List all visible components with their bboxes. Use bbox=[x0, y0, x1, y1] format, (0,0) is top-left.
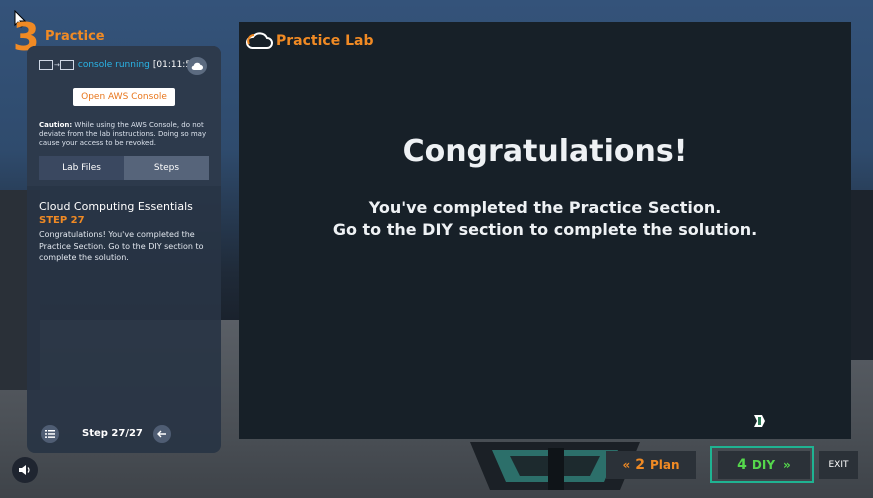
course-title: Cloud Computing Essentials bbox=[39, 200, 193, 213]
cloud-icon bbox=[191, 62, 203, 70]
diy-instruction: Go to the DIY section to complete the so… bbox=[332, 220, 758, 239]
exit-button[interactable]: EXIT bbox=[819, 451, 858, 479]
congratulations-heading: Congratulations! bbox=[402, 134, 688, 169]
monitor-icon bbox=[59, 60, 74, 70]
diy-phase-label: DIY bbox=[751, 458, 776, 472]
marker-icon bbox=[754, 415, 765, 427]
list-icon bbox=[45, 430, 55, 438]
diy-phase-button[interactable]: 4 DIY » bbox=[718, 451, 810, 479]
cloud-button[interactable] bbox=[187, 57, 207, 75]
sidebar-tabs: Lab Files Steps bbox=[39, 156, 209, 180]
step-instructions: Congratulations! You've completed the Pr… bbox=[39, 230, 204, 262]
lab-sidebar: → console running [01:11:55] Open AWS Co… bbox=[27, 46, 221, 453]
step-list-button[interactable] bbox=[41, 425, 59, 443]
step-content: Cloud Computing Essentials STEP 27 Congr… bbox=[27, 186, 221, 453]
caution-label: Caution: bbox=[39, 121, 73, 129]
sidebar-header: → console running [01:11:55] Open AWS Co… bbox=[27, 46, 221, 186]
lab-logo: Practice Lab bbox=[245, 32, 373, 50]
practice-lab-panel: Practice Lab Congratulations! You've com… bbox=[239, 22, 851, 439]
monitor-icon bbox=[39, 60, 53, 70]
speaker-icon bbox=[19, 465, 30, 475]
lab-title: Practice Lab bbox=[276, 33, 374, 49]
console-status: → console running [01:11:55] bbox=[39, 60, 200, 70]
phase-title: Practice bbox=[45, 29, 105, 44]
chevron-right-double-icon: » bbox=[783, 458, 791, 472]
tab-lab-files[interactable]: Lab Files bbox=[39, 156, 124, 180]
cloud-logo-icon bbox=[246, 32, 273, 49]
open-aws-console-button[interactable]: Open AWS Console bbox=[73, 88, 175, 106]
previous-step-button[interactable] bbox=[153, 425, 171, 443]
plan-phase-number: 2 bbox=[635, 457, 645, 473]
tab-steps[interactable]: Steps bbox=[124, 156, 209, 180]
plan-phase-button[interactable]: « 2 Plan bbox=[606, 451, 696, 479]
chevron-left-double-icon: « bbox=[622, 458, 631, 472]
caution-note: Caution: While using the AWS Console, do… bbox=[39, 121, 211, 148]
step-navigation: Step 27/27 bbox=[27, 421, 221, 451]
completion-message: You've completed the Practice Section. bbox=[368, 198, 722, 217]
plan-phase-label: Plan bbox=[649, 458, 680, 472]
sound-toggle-button[interactable] bbox=[12, 457, 38, 483]
diy-phase-number: 4 bbox=[737, 457, 747, 473]
step-label: STEP 27 bbox=[39, 215, 85, 226]
back-arrow-icon bbox=[157, 430, 166, 438]
step-counter: Step 27/27 bbox=[82, 428, 143, 439]
console-state: console running bbox=[77, 60, 150, 70]
